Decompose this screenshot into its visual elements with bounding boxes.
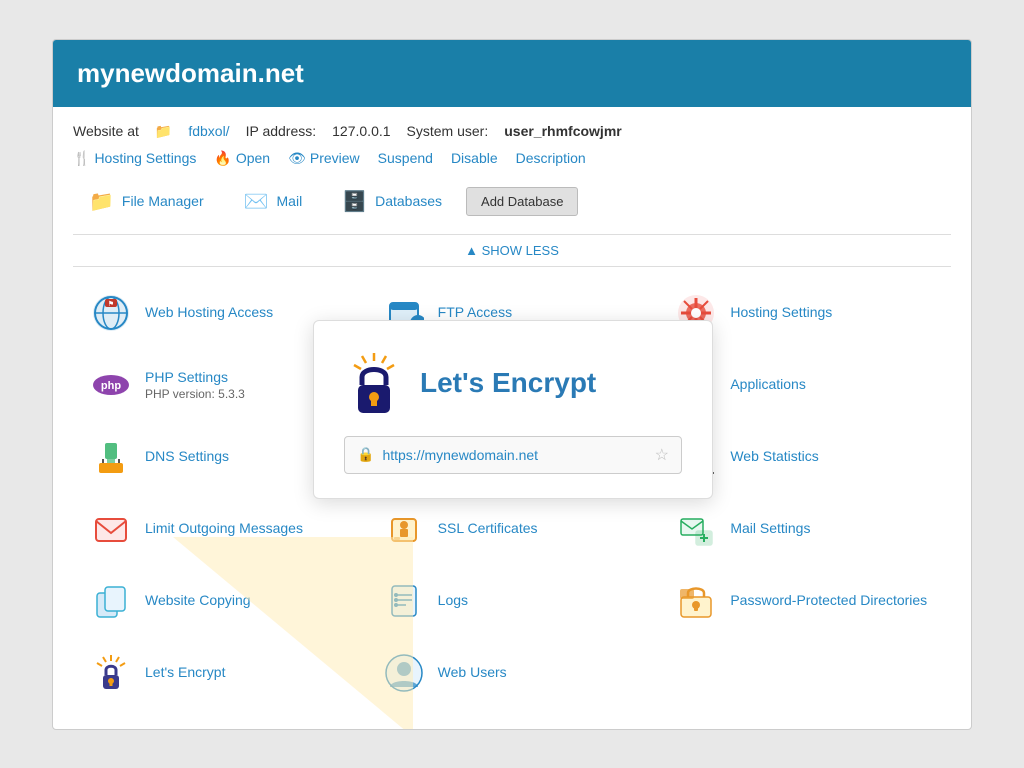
grid-item-ssl-certificates[interactable]: SSL Certificates — [366, 493, 659, 565]
password-protected-directories-icon — [674, 579, 718, 623]
limit-outgoing-messages-icon — [89, 507, 133, 551]
hosting-settings-text: Hosting Settings — [730, 303, 832, 321]
panel-header: mynewdomain.net — [53, 40, 971, 107]
svg-text:⚑: ⚑ — [108, 300, 114, 308]
grid-item-limit-outgoing-messages[interactable]: Limit Outgoing Messages — [73, 493, 366, 565]
action-preview[interactable]: 👁 Preview — [288, 150, 360, 167]
action-bar: 🍴 Hosting Settings 🔥 Open 👁 Preview Susp… — [73, 150, 951, 167]
dns-settings-text: DNS Settings — [145, 447, 229, 465]
mail-label: Mail — [277, 193, 303, 209]
show-less-label: ▲ SHOW LESS — [465, 243, 559, 258]
preview-label: Preview — [310, 150, 360, 166]
ssl-certificates-text: SSL Certificates — [438, 519, 538, 537]
file-manager-icon: 📁 — [89, 189, 114, 214]
grid-item-password-protected-directories[interactable]: Password-Protected Directories — [658, 565, 951, 637]
limit-outgoing-messages-text: Limit Outgoing Messages — [145, 519, 303, 537]
password-protected-directories-text: Password-Protected Directories — [730, 591, 927, 609]
web-hosting-access-icon: ⚑ — [89, 291, 133, 335]
file-manager-label: File Manager — [122, 193, 204, 209]
logs-icon — [382, 579, 426, 623]
ip-value: 127.0.0.1 — [332, 123, 390, 139]
bookmark-star-icon: ☆ — [655, 445, 669, 465]
dns-settings-icon — [89, 435, 133, 479]
file-manager-button[interactable]: 📁 File Manager — [73, 181, 220, 222]
web-users-icon — [382, 651, 426, 695]
open-label: Open — [236, 150, 270, 166]
php-settings-icon: php — [89, 363, 133, 407]
php-settings-text: PHP Settings PHP version: 5.3.3 — [145, 368, 245, 400]
add-database-label: Add Database — [481, 194, 563, 209]
panel-body: Website at 📁 fdbxol/ IP address: 127.0.0… — [53, 107, 971, 729]
add-database-button[interactable]: Add Database — [466, 187, 578, 216]
open-icon: 🔥 — [214, 150, 231, 167]
ip-label: IP address: — [246, 123, 317, 139]
url-text: https://mynewdomain.net — [382, 447, 646, 463]
grid-item-lets-encrypt[interactable]: Let's Encrypt — [73, 637, 366, 709]
mail-icon: ✉️ — [244, 189, 269, 214]
panel-title: mynewdomain.net — [77, 58, 304, 88]
lets-encrypt-text: Let's Encrypt — [145, 663, 226, 681]
web-users-text: Web Users — [438, 663, 507, 681]
website-copying-text: Website Copying — [145, 591, 251, 609]
databases-label: Databases — [375, 193, 442, 209]
info-bar: Website at 📁 fdbxol/ IP address: 127.0.0… — [73, 123, 951, 140]
disable-label: Disable — [451, 150, 498, 166]
applications-text: Applications — [730, 375, 806, 393]
popup-title: Let's Encrypt — [420, 367, 596, 399]
grid-item-mail-settings[interactable]: Mail Settings — [658, 493, 951, 565]
hosting-settings-icon: 🍴 — [73, 150, 90, 167]
mail-settings-icon — [674, 507, 718, 551]
hosting-settings-label: Hosting Settings — [94, 150, 196, 166]
grid-item-logs[interactable]: Logs — [366, 565, 659, 637]
folder-link[interactable]: fdbxol/ — [188, 123, 229, 139]
website-copying-icon — [89, 579, 133, 623]
website-at-label: Website at — [73, 123, 139, 139]
popup-header: Let's Encrypt — [344, 351, 682, 416]
ftp-access-text: FTP Access — [438, 303, 512, 321]
folder-icon: 📁 — [155, 123, 172, 140]
grid-item-web-users[interactable]: Web Users — [366, 637, 659, 709]
url-lock-icon: 🔒 — [357, 446, 374, 463]
description-label: Description — [516, 150, 586, 166]
grid-item-website-copying[interactable]: Website Copying — [73, 565, 366, 637]
system-user-value: user_rhmfcowjmr — [504, 123, 621, 139]
web-statistics-text: Web Statistics — [730, 447, 818, 465]
svg-text:php: php — [101, 380, 121, 392]
action-open[interactable]: 🔥 Open — [214, 150, 270, 167]
action-hosting-settings[interactable]: 🍴 Hosting Settings — [73, 150, 196, 167]
logs-text: Logs — [438, 591, 468, 609]
preview-icon: 👁 — [288, 150, 306, 167]
action-suspend[interactable]: Suspend — [378, 150, 433, 166]
main-panel: mynewdomain.net Website at 📁 fdbxol/ IP … — [52, 39, 972, 730]
web-hosting-access-text: Web Hosting Access — [145, 303, 273, 321]
action-description[interactable]: Description — [516, 150, 586, 166]
show-less-toggle[interactable]: ▲ SHOW LESS — [73, 235, 951, 267]
system-user-label: System user: — [407, 123, 489, 139]
databases-icon: 🗄️ — [342, 189, 367, 214]
lets-encrypt-icon — [89, 651, 133, 695]
action-disable[interactable]: Disable — [451, 150, 498, 166]
url-bar[interactable]: 🔒 https://mynewdomain.net ☆ — [344, 436, 682, 474]
databases-button[interactable]: 🗄️ Databases — [326, 181, 458, 222]
lets-encrypt-popup: Let's Encrypt 🔒 https://mynewdomain.net … — [313, 320, 713, 499]
popup-lock-icon — [344, 351, 404, 416]
mail-settings-text: Mail Settings — [730, 519, 810, 537]
suspend-label: Suspend — [378, 150, 433, 166]
ssl-certificates-icon — [382, 507, 426, 551]
mail-button[interactable]: ✉️ Mail — [228, 181, 319, 222]
toolbar: 📁 File Manager ✉️ Mail 🗄️ Databases Add … — [73, 181, 951, 235]
